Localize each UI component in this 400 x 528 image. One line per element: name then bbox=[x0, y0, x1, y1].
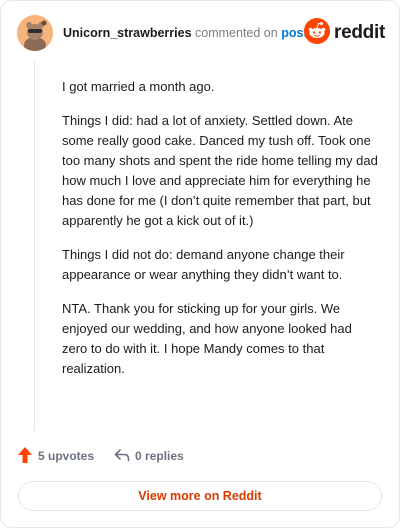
comment-body: I got married a month ago. Things I did:… bbox=[62, 77, 380, 393]
reddit-logo-icon bbox=[304, 17, 331, 49]
reddit-wordmark: reddit bbox=[334, 22, 385, 43]
upvotes-button[interactable]: 5 upvotes bbox=[17, 446, 94, 467]
comment-actions: 5 upvotes 0 replies bbox=[17, 445, 204, 467]
upvote-arrow-icon bbox=[17, 446, 33, 467]
comment-paragraph: NTA. Thank you for sticking up for your … bbox=[62, 301, 352, 376]
replies-button[interactable]: 0 replies bbox=[114, 448, 184, 465]
comment-header: Unicorn_strawberries commented on post r… bbox=[17, 15, 385, 51]
upvotes-count: 5 upvotes bbox=[38, 449, 95, 463]
username-link[interactable]: Unicorn_strawberries bbox=[63, 26, 192, 40]
avatar-icon[interactable] bbox=[17, 15, 53, 51]
comment-paragraph: Things I did: had a lot of anxiety. Sett… bbox=[62, 113, 378, 228]
reply-arrow-icon bbox=[114, 448, 130, 465]
thread-line bbox=[34, 61, 35, 431]
view-more-button[interactable]: View more on Reddit bbox=[18, 481, 382, 511]
replies-count: 0 replies bbox=[135, 449, 184, 463]
reddit-brand[interactable]: reddit bbox=[304, 17, 385, 49]
commented-on-text: commented on bbox=[195, 26, 278, 40]
comment-byline: Unicorn_strawberries commented on post bbox=[63, 26, 308, 40]
comment-embed-card: Unicorn_strawberries commented on post r… bbox=[0, 0, 400, 528]
comment-paragraph: I got married a month ago. bbox=[62, 79, 215, 94]
comment-paragraph: Things I did not do: demand anyone chang… bbox=[62, 247, 345, 282]
